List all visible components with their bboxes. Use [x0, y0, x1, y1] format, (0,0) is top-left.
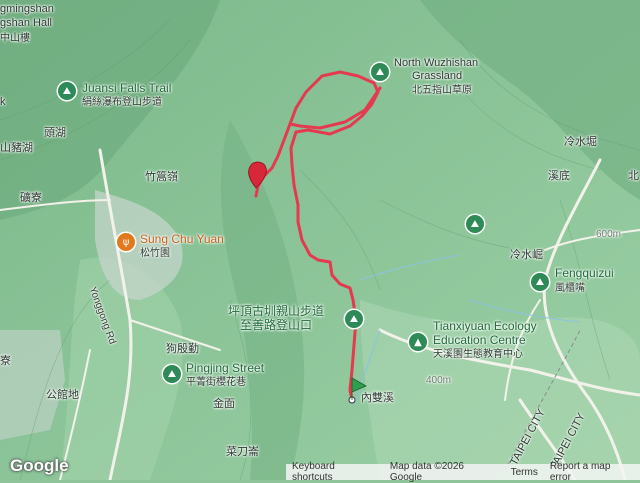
place-label: k: [0, 96, 6, 108]
map-canvas[interactable]: [0, 0, 640, 480]
poi-label-pingjing[interactable]: Pingjing Street: [186, 362, 264, 375]
park-icon[interactable]: ▲: [409, 333, 427, 351]
place-label: 礦寮: [20, 192, 42, 204]
google-logo: Google: [10, 456, 69, 475]
poi-label-fengquizui-zh: 風櫃嘴: [555, 283, 585, 294]
hiking-icon[interactable]: ⛰: [58, 82, 76, 100]
poi-label-wuzhishan-zh: 北五指山草原: [412, 85, 472, 96]
place-label: 山豬湖: [0, 142, 33, 154]
place-label: 冷水崛: [510, 249, 543, 261]
elevation-label: 400m: [426, 375, 452, 386]
hiking-icon[interactable]: ⛰: [345, 310, 363, 328]
terms-link[interactable]: Terms: [511, 467, 538, 478]
poi-label-pingding-2: 至善路登山口: [240, 318, 313, 332]
poi-label-fengquizui[interactable]: Fengquizui: [555, 267, 614, 280]
place-label: 冷水堀: [564, 136, 597, 148]
poi-label-pingding[interactable]: 坪頂古圳親山步道: [228, 305, 324, 318]
poi-label-songzhu-zh: 松竹園: [140, 248, 170, 259]
poi-label-tianxi[interactable]: Tianxiyuan Ecology: [433, 320, 537, 333]
place-label: 頭湖: [44, 127, 66, 139]
elevation-label: 600m: [596, 229, 622, 240]
poi-label-songzhu[interactable]: Sung Chu Yuan: [140, 233, 224, 246]
place-label: 北: [628, 170, 639, 182]
place-label: 寮: [0, 355, 11, 367]
hiking-icon[interactable]: ⛰: [371, 63, 389, 81]
place-label: 狗殷勤: [166, 343, 199, 355]
poi-label-wuzhishan-2: Grassland: [412, 70, 463, 82]
poi-label-juansi[interactable]: Juansi Falls Trail: [82, 82, 171, 95]
hiking-icon[interactable]: ⛰: [466, 215, 484, 233]
poi-label-pingjing-zh: 平菁街櫻花巷: [186, 377, 246, 388]
place-label: gshan Hall: [0, 17, 52, 29]
attribution-bar: Keyboard shortcuts Map data ©2026 Google…: [286, 461, 640, 483]
restaurant-icon[interactable]: ψ: [117, 233, 135, 251]
hiking-icon[interactable]: ⛰: [163, 365, 181, 383]
hiking-icon[interactable]: ⛰: [531, 273, 549, 291]
poi-label-tianxi-2: Education Centre: [433, 333, 526, 347]
place-label: gmingshan: [0, 3, 54, 15]
poi-label-tianxi-zh: 天溪園生態教育中心: [433, 349, 523, 360]
place-label: 金面: [213, 398, 235, 410]
place-label: 溪底: [548, 170, 570, 182]
poi-label-juansi-zh: 絹絲瀑布登山步道: [82, 97, 162, 108]
poi-label-wuzhishan[interactable]: North Wuzhishan: [394, 57, 478, 70]
place-label: 內雙溪: [361, 392, 394, 404]
place-label: 竹篙嶺: [145, 171, 178, 183]
place-label: 菜刀崙: [226, 446, 259, 458]
place-label: 中山樓: [0, 33, 30, 44]
place-label: 公館地: [46, 389, 79, 401]
